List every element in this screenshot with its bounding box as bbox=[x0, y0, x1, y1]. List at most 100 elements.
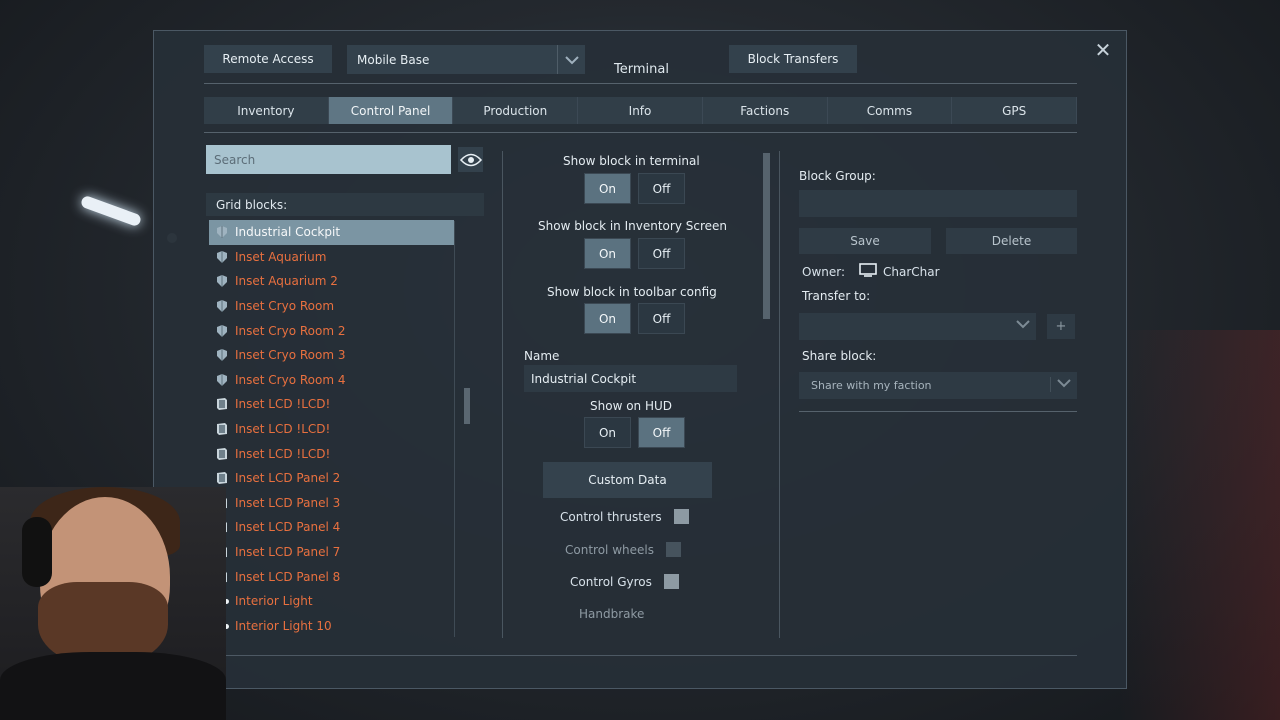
chevron-down-icon bbox=[1050, 377, 1071, 392]
cockpit-icon bbox=[209, 348, 235, 362]
handbrake-label: Handbrake bbox=[579, 607, 645, 621]
tab-control-panel[interactable]: Control Panel bbox=[328, 97, 454, 124]
list-scrollbar[interactable] bbox=[464, 388, 470, 424]
control-gyros-label: Control Gyros bbox=[570, 574, 652, 589]
save-button[interactable]: Save bbox=[799, 228, 931, 254]
show-on-hud-label: Show on HUD bbox=[590, 399, 673, 413]
block-transfers-button[interactable]: Block Transfers bbox=[729, 45, 857, 73]
owner-row: Owner: CharChar bbox=[802, 263, 940, 280]
control-thrusters-checkbox[interactable] bbox=[673, 509, 689, 524]
block-list-item[interactable]: Inset Cryo Room 3 bbox=[209, 343, 454, 368]
show-in-terminal-off-button[interactable]: Off bbox=[638, 173, 685, 204]
show-in-terminal-toggle: On Off bbox=[584, 173, 692, 204]
block-list-item[interactable]: Interior Light 10 bbox=[209, 614, 454, 639]
list-scroll-track bbox=[454, 221, 455, 637]
owner-label: Owner: bbox=[802, 264, 846, 279]
block-list-item[interactable]: Inset LCD Panel 7 bbox=[209, 540, 454, 565]
show-in-terminal-on-button[interactable]: On bbox=[584, 173, 631, 204]
cockpit-icon bbox=[209, 373, 235, 387]
show-in-inventory-off-button[interactable]: Off bbox=[638, 238, 685, 269]
close-icon[interactable]: ✕ bbox=[1092, 39, 1114, 61]
block-list-item[interactable]: Inset LCD Panel 2 bbox=[209, 466, 454, 491]
block-list-item[interactable]: Inset LCD Panel 8 bbox=[209, 564, 454, 589]
search-placeholder: Search bbox=[214, 152, 256, 167]
block-list-item[interactable]: Inset Cryo Room 4 bbox=[209, 368, 454, 393]
remote-access-button[interactable]: Remote Access bbox=[204, 45, 332, 73]
control-thrusters-row[interactable]: Control thrusters bbox=[560, 509, 689, 524]
lcd-icon bbox=[209, 422, 235, 436]
lcd-icon bbox=[209, 447, 235, 461]
show-on-hud-off-button[interactable]: Off bbox=[638, 417, 685, 448]
chevron-down-icon bbox=[1016, 318, 1030, 333]
custom-data-label: Custom Data bbox=[588, 473, 667, 487]
block-list-item-label: Interior Light bbox=[235, 594, 313, 609]
column-divider-right bbox=[779, 151, 780, 638]
block-list-item-label: Interior Light 10 bbox=[235, 618, 332, 633]
block-list-item[interactable]: Inset Aquarium 2 bbox=[209, 269, 454, 294]
name-field[interactable]: Industrial Cockpit bbox=[524, 365, 737, 392]
block-transfers-label: Block Transfers bbox=[747, 52, 839, 66]
block-list-item-label: Inset Cryo Room 3 bbox=[235, 348, 346, 363]
header-divider bbox=[204, 83, 1077, 84]
control-gyros-row[interactable]: Control Gyros bbox=[570, 574, 679, 589]
bottom-divider bbox=[204, 655, 1077, 656]
headset bbox=[22, 517, 52, 587]
delete-button[interactable]: Delete bbox=[946, 228, 1077, 254]
right-divider bbox=[799, 411, 1077, 412]
tab-factions[interactable]: Factions bbox=[703, 97, 828, 124]
grid-selector-value: Mobile Base bbox=[357, 52, 430, 67]
show-in-inventory-label: Show block in Inventory Screen bbox=[538, 219, 727, 233]
block-list-item-label: Inset Cryo Room 4 bbox=[235, 372, 346, 387]
eye-icon[interactable] bbox=[458, 147, 483, 172]
share-block-dropdown[interactable]: Share with my faction bbox=[799, 372, 1077, 399]
handbrake-row[interactable]: Handbrake bbox=[579, 607, 644, 621]
add-transfer-button[interactable]: + bbox=[1047, 314, 1075, 339]
block-list-item[interactable]: Inset LCD !LCD! bbox=[209, 441, 454, 466]
control-gyros-checkbox[interactable] bbox=[663, 574, 679, 589]
tab-gps[interactable]: GPS bbox=[952, 97, 1078, 124]
show-in-toolbar-on-button[interactable]: On bbox=[584, 303, 631, 334]
name-label: Name bbox=[524, 349, 560, 363]
column-divider bbox=[502, 151, 503, 638]
tab-inventory[interactable]: Inventory bbox=[204, 97, 329, 124]
block-list-item[interactable]: Inset LCD Panel 3 bbox=[209, 491, 454, 516]
tab-info[interactable]: Info bbox=[578, 97, 703, 124]
grid-selector-dropdown[interactable]: Mobile Base bbox=[347, 45, 585, 74]
show-in-terminal-label: Show block in terminal bbox=[563, 154, 700, 168]
share-block-label: Share block: bbox=[802, 349, 877, 363]
block-list-item-label: Inset LCD !LCD! bbox=[235, 422, 331, 437]
block-group-input[interactable] bbox=[799, 190, 1077, 217]
tab-comms[interactable]: Comms bbox=[828, 97, 953, 124]
control-wheels-label: Control wheels bbox=[565, 542, 654, 557]
middle-scrollbar[interactable] bbox=[763, 153, 770, 319]
cockpit-icon bbox=[209, 225, 235, 239]
transfer-to-dropdown[interactable] bbox=[799, 313, 1036, 340]
custom-data-button[interactable]: Custom Data bbox=[543, 462, 712, 498]
show-in-inventory-on-button[interactable]: On bbox=[584, 238, 631, 269]
block-list-item[interactable]: Inset Cryo Room 2 bbox=[209, 318, 454, 343]
lcd-icon bbox=[209, 471, 235, 485]
control-wheels-row[interactable]: Control wheels bbox=[565, 542, 681, 557]
show-in-toolbar-label: Show block in toolbar config bbox=[547, 285, 717, 299]
show-on-hud-on-button[interactable]: On bbox=[584, 417, 631, 448]
block-list-item[interactable]: Inset LCD !LCD! bbox=[209, 392, 454, 417]
show-in-toolbar-off-button[interactable]: Off bbox=[638, 303, 685, 334]
tab-production[interactable]: Production bbox=[453, 97, 579, 124]
search-input[interactable]: Search bbox=[206, 145, 451, 174]
block-list-item-label: Inset Aquarium 2 bbox=[235, 274, 338, 289]
block-list-item[interactable]: Interior Light bbox=[209, 589, 454, 614]
block-list-item[interactable]: Inset Cryo Room bbox=[209, 294, 454, 319]
block-list-item-label: Inset LCD !LCD! bbox=[235, 397, 331, 412]
block-list-item[interactable]: Industrial Cockpit bbox=[209, 220, 454, 245]
block-list-item[interactable]: Inset LCD Panel 4 bbox=[209, 515, 454, 540]
control-wheels-checkbox[interactable] bbox=[665, 542, 681, 557]
cockpit-icon bbox=[209, 299, 235, 313]
cockpit-icon bbox=[209, 274, 235, 288]
show-in-inventory-toggle: On Off bbox=[584, 238, 692, 269]
block-list-item[interactable]: Inset Aquarium bbox=[209, 245, 454, 270]
name-value: Industrial Cockpit bbox=[531, 371, 637, 386]
block-list-item-label: Inset LCD Panel 3 bbox=[235, 495, 341, 510]
delete-label: Delete bbox=[991, 234, 1032, 248]
block-list-item-label: Inset LCD Panel 4 bbox=[235, 520, 341, 535]
block-list-item[interactable]: Inset LCD !LCD! bbox=[209, 417, 454, 442]
